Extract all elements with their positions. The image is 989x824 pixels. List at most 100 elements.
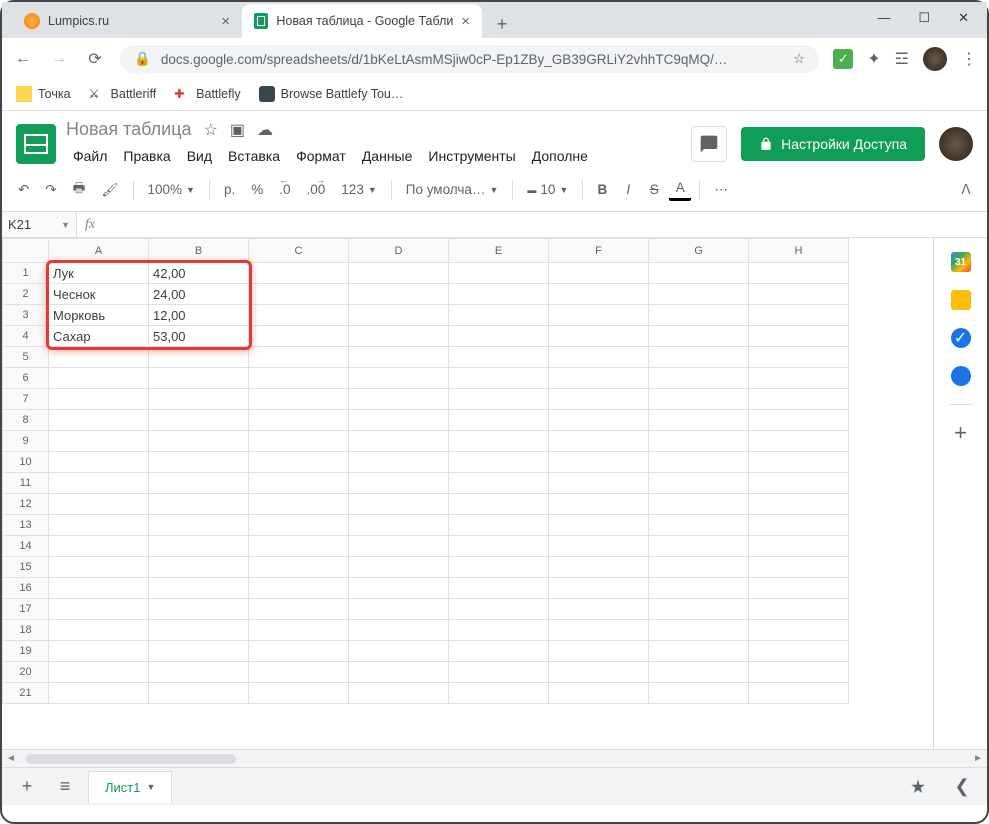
cell[interactable] — [549, 410, 649, 431]
cell[interactable] — [649, 683, 749, 704]
cell[interactable]: Морковь — [49, 305, 149, 326]
cell[interactable] — [249, 368, 349, 389]
cell[interactable]: Сахар — [49, 326, 149, 347]
cell[interactable] — [149, 452, 249, 473]
cell[interactable]: 12,00 — [149, 305, 249, 326]
cell[interactable] — [349, 368, 449, 389]
row-header-8[interactable]: 8 — [3, 410, 49, 431]
cell[interactable] — [749, 473, 849, 494]
cell[interactable] — [549, 683, 649, 704]
cell[interactable] — [249, 263, 349, 284]
collapse-toolbar-button[interactable]: ᐱ — [955, 178, 977, 202]
row-header-14[interactable]: 14 — [3, 536, 49, 557]
cell[interactable] — [649, 326, 749, 347]
cell[interactable] — [349, 557, 449, 578]
more-button[interactable]: ⋯ — [708, 178, 734, 202]
cell[interactable] — [649, 452, 749, 473]
minimize-button[interactable]: — — [877, 10, 890, 26]
cell[interactable] — [549, 326, 649, 347]
cell[interactable] — [249, 515, 349, 536]
cell[interactable] — [549, 305, 649, 326]
cell[interactable] — [49, 473, 149, 494]
row-header-17[interactable]: 17 — [3, 599, 49, 620]
cell[interactable] — [749, 305, 849, 326]
cell[interactable] — [449, 620, 549, 641]
cell[interactable] — [749, 452, 849, 473]
cell[interactable] — [449, 305, 549, 326]
cell[interactable]: 42,00 — [149, 263, 249, 284]
cell[interactable] — [249, 452, 349, 473]
cell[interactable] — [749, 683, 849, 704]
cell[interactable] — [349, 389, 449, 410]
cell[interactable] — [449, 284, 549, 305]
keep-icon[interactable] — [951, 290, 971, 310]
cell[interactable] — [349, 347, 449, 368]
cell[interactable] — [449, 662, 549, 683]
cell[interactable] — [49, 557, 149, 578]
cell[interactable] — [449, 683, 549, 704]
cell[interactable] — [749, 410, 849, 431]
bookmark-tochka[interactable]: Точка — [16, 86, 71, 102]
cell[interactable] — [649, 347, 749, 368]
row-header-21[interactable]: 21 — [3, 683, 49, 704]
col-header-G[interactable]: G — [649, 239, 749, 263]
forward-button[interactable]: → — [48, 50, 70, 68]
tab-sheets[interactable]: Новая таблица - Google Таблиц… × — [242, 4, 482, 38]
cell[interactable] — [249, 662, 349, 683]
cell[interactable] — [449, 326, 549, 347]
cell[interactable] — [349, 599, 449, 620]
row-header-3[interactable]: 3 — [3, 305, 49, 326]
col-header-H[interactable]: H — [749, 239, 849, 263]
cell[interactable] — [549, 389, 649, 410]
cell[interactable] — [749, 662, 849, 683]
cell[interactable] — [49, 599, 149, 620]
cell[interactable] — [49, 347, 149, 368]
bookmark-battlefly[interactable]: ✚Battlefly — [174, 86, 240, 102]
cell[interactable] — [249, 284, 349, 305]
cell[interactable] — [49, 431, 149, 452]
maximize-button[interactable]: ☐ — [918, 10, 930, 26]
cell[interactable] — [49, 515, 149, 536]
cell[interactable] — [249, 599, 349, 620]
row-header-19[interactable]: 19 — [3, 641, 49, 662]
row-header-11[interactable]: 11 — [3, 473, 49, 494]
cell[interactable] — [49, 620, 149, 641]
cell[interactable] — [549, 284, 649, 305]
cell[interactable] — [749, 578, 849, 599]
cell[interactable] — [349, 620, 449, 641]
cell[interactable] — [549, 347, 649, 368]
cell[interactable] — [549, 494, 649, 515]
close-button[interactable]: ✕ — [958, 10, 969, 26]
all-sheets-button[interactable]: ≡ — [50, 772, 80, 802]
cell[interactable] — [749, 347, 849, 368]
cell[interactable] — [149, 536, 249, 557]
side-panel-toggle[interactable]: ❮ — [947, 772, 977, 802]
cell[interactable] — [149, 578, 249, 599]
row-header-18[interactable]: 18 — [3, 620, 49, 641]
scroll-thumb[interactable] — [26, 754, 236, 764]
menu-data[interactable]: Данные — [355, 144, 420, 168]
cell[interactable] — [449, 263, 549, 284]
cell[interactable] — [249, 410, 349, 431]
cell[interactable] — [749, 431, 849, 452]
menu-addons[interactable]: Дополне — [525, 144, 595, 168]
cell[interactable] — [749, 641, 849, 662]
cell[interactable] — [449, 452, 549, 473]
cell[interactable] — [649, 305, 749, 326]
cell[interactable] — [349, 494, 449, 515]
row-header-4[interactable]: 4 — [3, 326, 49, 347]
cell[interactable] — [749, 263, 849, 284]
cell[interactable] — [149, 683, 249, 704]
cell[interactable] — [549, 578, 649, 599]
cell[interactable]: Чеснок — [49, 284, 149, 305]
cell[interactable] — [349, 326, 449, 347]
cell[interactable] — [349, 410, 449, 431]
cell[interactable] — [749, 389, 849, 410]
new-tab-button[interactable]: + — [488, 10, 516, 38]
cell[interactable] — [649, 410, 749, 431]
cell[interactable] — [249, 305, 349, 326]
cell[interactable] — [349, 305, 449, 326]
sheet-tab-1[interactable]: Лист1 ▼ — [88, 771, 172, 803]
cell[interactable] — [449, 536, 549, 557]
row-header-20[interactable]: 20 — [3, 662, 49, 683]
